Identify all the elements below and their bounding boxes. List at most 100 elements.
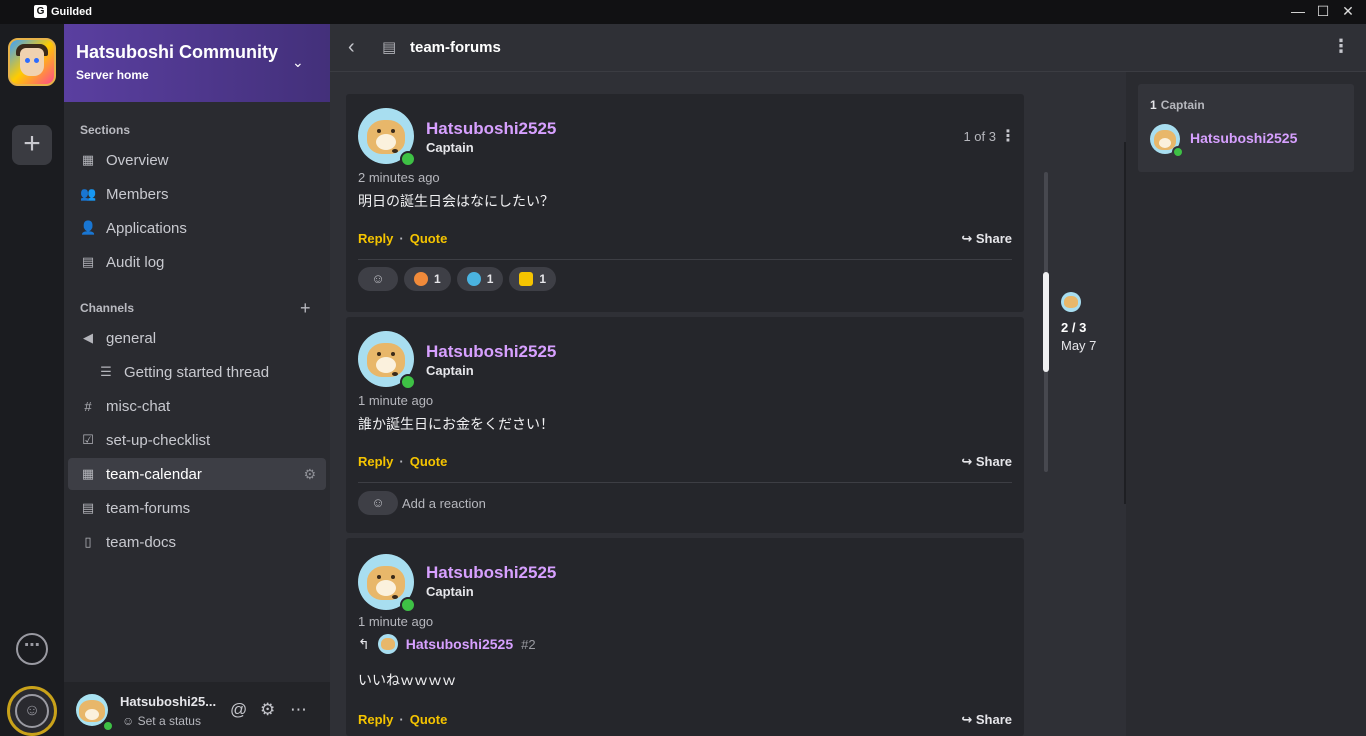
channel-team-docs[interactable]: ▯ team-docs xyxy=(68,526,326,558)
forum-post: Hatsuboshi2525 Captain 1 minute ago 誰か誕生… xyxy=(346,317,1024,533)
crying-emoji-icon xyxy=(466,272,481,286)
sidebar-item-label: Members xyxy=(106,185,169,203)
user-name[interactable]: Hatsuboshi25... xyxy=(120,694,216,709)
add-reaction-button[interactable]: ☺ xyxy=(358,267,398,291)
avatar xyxy=(377,634,398,654)
share-icon: ↪ xyxy=(961,231,976,246)
divider xyxy=(358,259,1012,260)
share-button[interactable]: ↪ Share xyxy=(961,231,1012,247)
server-rail: + ⋯ ☺ xyxy=(0,24,64,736)
mention-icon[interactable]: @ xyxy=(230,700,247,720)
channel-team-calendar[interactable]: ▦ team-calendar ⚙ xyxy=(68,458,326,490)
forum-post: Hatsuboshi2525 Captain 1 of 3 ⋮ 2 minute… xyxy=(346,94,1024,312)
main-panel: ‹ ▤ team-forums ⋮ Hatsuboshi2525 Captain… xyxy=(330,24,1366,736)
chat-bubble-icon[interactable]: ⋯ xyxy=(16,633,48,665)
post-role: Captain xyxy=(426,140,474,155)
sidebar-item-overview[interactable]: ▦ Overview xyxy=(68,144,326,176)
reply-button[interactable]: Reply xyxy=(358,231,393,246)
reply-button[interactable]: Reply xyxy=(358,454,393,469)
rail-profile-button[interactable]: ☺ xyxy=(7,686,57,736)
sidebar-item-label: Overview xyxy=(106,151,169,169)
member-name[interactable]: Hatsuboshi2525 xyxy=(1190,130,1297,146)
channel-label: Getting started thread xyxy=(124,363,270,381)
reply-author: Hatsuboshi2525 xyxy=(405,636,514,652)
more-icon[interactable]: ⋯ xyxy=(290,700,307,720)
emoji-add-icon: ☺ xyxy=(371,495,385,510)
post-date: May 7 xyxy=(1061,338,1097,353)
post-author[interactable]: Hatsuboshi2525 xyxy=(426,563,556,583)
forum-icon: ▤ xyxy=(382,39,397,56)
post-text: 誰か誕生日にお金をください！ xyxy=(358,416,554,432)
channel-header: ‹ ▤ team-forums ⋮ xyxy=(330,24,1366,72)
back-arrow-icon[interactable]: ‹ xyxy=(348,36,355,59)
post-time: 1 minute ago xyxy=(358,393,434,408)
quote-button[interactable]: Quote xyxy=(410,454,448,469)
kebab-menu-icon[interactable]: ⋮ xyxy=(1332,36,1350,57)
server-banner[interactable]: Hatsuboshi Community Server home ⌄ xyxy=(64,24,330,102)
sidebar-item-applications[interactable]: 👤 Applications xyxy=(68,212,326,244)
server-sidebar: Hatsuboshi Community Server home ⌄ Secti… xyxy=(64,24,330,736)
guilded-emoji-icon xyxy=(519,272,534,286)
post-actions: Reply · Quote xyxy=(358,454,448,469)
channel-label: team-docs xyxy=(106,533,177,551)
post-scroll-thumb[interactable] xyxy=(1043,272,1049,372)
channel-team-forums[interactable]: ▤ team-forums xyxy=(68,492,326,524)
app-name: Guilded xyxy=(51,5,92,18)
reply-button[interactable]: Reply xyxy=(358,712,393,727)
chevron-down-icon[interactable]: ⌄ xyxy=(292,54,304,71)
page-title: team-forums xyxy=(410,39,501,56)
post-time: 2 minutes ago xyxy=(358,170,440,185)
post-actions: Reply · Quote xyxy=(358,231,448,246)
add-server-button[interactable]: + xyxy=(12,125,52,165)
forum-post: Hatsuboshi2525 Captain 1 minute ago ↰ Ha… xyxy=(346,538,1024,736)
share-button[interactable]: ↪ Share xyxy=(961,712,1012,728)
channel-set-up-checklist[interactable]: ☑ set-up-checklist xyxy=(68,424,326,456)
quote-button[interactable]: Quote xyxy=(410,231,448,246)
close-button[interactable]: ✕ xyxy=(1336,0,1360,24)
user-bar: Hatsuboshi25... ☺ Set a status @ ⚙ ⋯ xyxy=(64,682,330,736)
maximize-button[interactable]: ☐ xyxy=(1311,0,1335,24)
quote-button[interactable]: Quote xyxy=(410,712,448,727)
thread-getting-started[interactable]: ☰ Getting started thread xyxy=(68,356,326,388)
share-button[interactable]: ↪ Share xyxy=(961,454,1012,470)
post-time: 1 minute ago xyxy=(358,614,434,629)
emoji-add-icon: ☺ xyxy=(371,271,385,286)
channel-general[interactable]: ◀ general xyxy=(68,322,326,354)
channels-title: Channels xyxy=(80,301,135,315)
role-header: 1 Captain xyxy=(1150,98,1205,112)
reply-reference[interactable]: ↰ Hatsuboshi2525 #2 xyxy=(358,634,536,654)
reaction-chip[interactable]: 1 xyxy=(404,267,451,291)
guilded-logo-icon: G xyxy=(34,5,47,18)
sidebar-item-audit-log[interactable]: ▤ Audit log xyxy=(68,246,326,278)
megaphone-icon: ◀ xyxy=(83,330,93,345)
post-text: いいねｗｗｗｗ xyxy=(358,672,456,688)
role-group: 1 Captain Hatsuboshi2525 xyxy=(1138,84,1354,172)
reaction-chip[interactable]: 1 xyxy=(509,267,557,291)
forum-icon: ▤ xyxy=(81,500,95,515)
thread-icon: ☰ xyxy=(100,364,112,379)
post-role: Captain xyxy=(426,584,474,599)
add-channel-icon[interactable]: + xyxy=(300,298,311,319)
sidebar-item-members[interactable]: 👥 Members xyxy=(68,178,326,210)
post-author[interactable]: Hatsuboshi2525 xyxy=(426,342,556,362)
add-reaction-label[interactable]: Add a reaction xyxy=(402,496,486,511)
add-reaction-button[interactable]: ☺ xyxy=(358,491,398,515)
gear-icon[interactable]: ⚙ xyxy=(303,466,316,483)
minimize-button[interactable]: — xyxy=(1286,0,1310,24)
grid-icon: ▦ xyxy=(81,152,95,167)
clipboard-icon: ▤ xyxy=(81,254,95,269)
member-list: 1 Captain Hatsuboshi2525 xyxy=(1126,72,1366,736)
channel-misc-chat[interactable]: # misc-chat xyxy=(68,390,326,422)
channel-label: general xyxy=(106,329,157,347)
kebab-menu-icon[interactable]: ⋮ xyxy=(1000,126,1016,146)
gear-icon[interactable]: ⚙ xyxy=(260,700,275,720)
server-subtitle: Server home xyxy=(76,68,149,82)
reaction-bar: ☺ xyxy=(358,491,398,515)
reaction-chip[interactable]: 1 xyxy=(456,267,504,291)
set-status-button[interactable]: ☺ Set a status xyxy=(122,714,201,728)
app-logo: G Guilded xyxy=(34,5,92,18)
channel-label: team-calendar xyxy=(106,465,202,483)
server-icon[interactable] xyxy=(8,38,56,86)
post-author[interactable]: Hatsuboshi2525 xyxy=(426,119,556,139)
online-status-dot xyxy=(1172,146,1184,158)
